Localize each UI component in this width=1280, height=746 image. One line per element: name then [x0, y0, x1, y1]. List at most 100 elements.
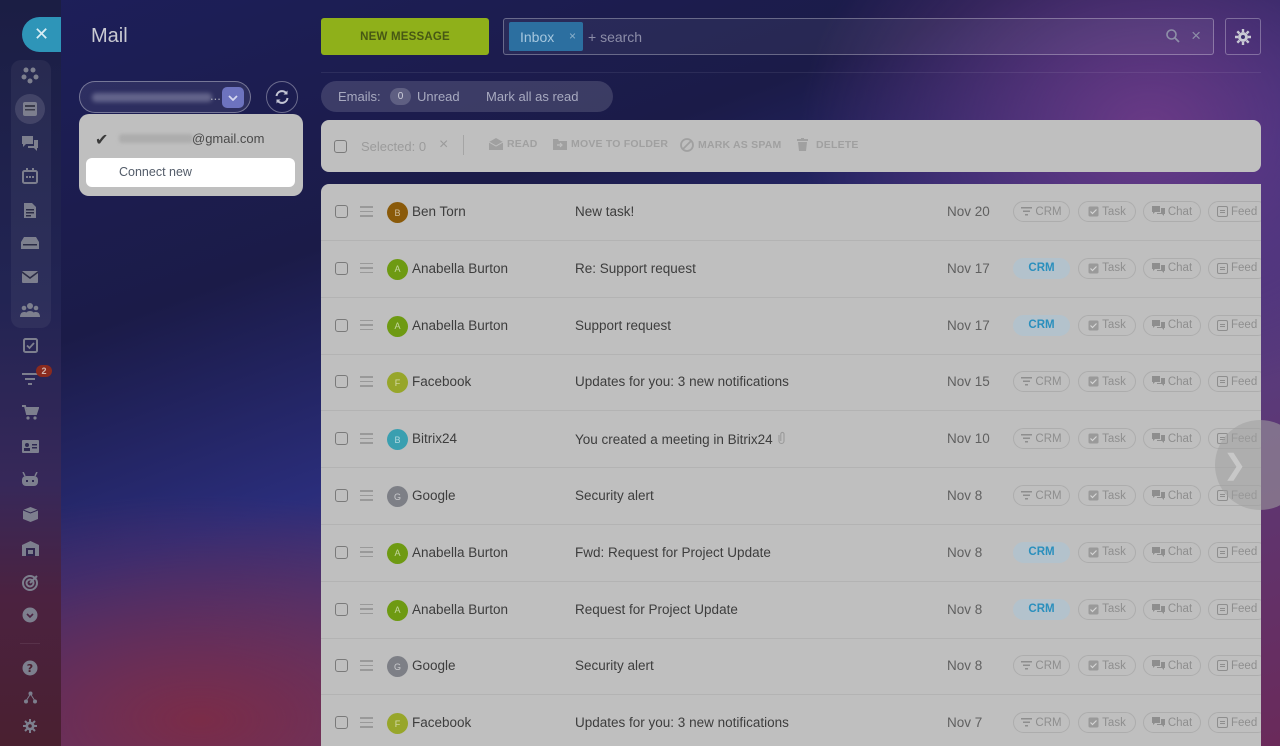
feed-post-button[interactable]: Feed: [1208, 371, 1261, 393]
message-row[interactable]: B Bitrix24 You created a meeting in Bitr…: [321, 411, 1261, 469]
message-checkbox[interactable]: [335, 432, 348, 446]
message-subject[interactable]: Updates for you: 3 new notifications: [575, 374, 789, 389]
message-row[interactable]: F Facebook Updates for you: 3 new notifi…: [321, 354, 1261, 412]
structure-icon[interactable]: [18, 685, 42, 709]
crm-button[interactable]: CRM: [1013, 371, 1070, 393]
feed-icon[interactable]: [15, 94, 45, 124]
drag-handle-icon[interactable]: [360, 376, 373, 390]
sender-name[interactable]: Facebook: [412, 715, 471, 730]
message-checkbox[interactable]: [335, 318, 348, 332]
message-row[interactable]: F Facebook Updates for you: 3 new notifi…: [321, 695, 1261, 746]
mailbox-account-select[interactable]: ...: [79, 81, 251, 113]
close-slider-button[interactable]: ✕: [22, 17, 61, 52]
new-message-button[interactable]: NEW MESSAGE: [321, 18, 489, 55]
sender-name[interactable]: Anabella Burton: [412, 602, 508, 617]
message-row[interactable]: G Google Security alert Nov 8 CRM Task C…: [321, 468, 1261, 525]
crm-button[interactable]: CRM: [1013, 712, 1070, 734]
sender-name[interactable]: Google: [412, 488, 456, 503]
message-row[interactable]: A Anabella Burton Support request Nov 17…: [321, 298, 1261, 355]
crm-button[interactable]: CRM: [1013, 257, 1070, 279]
drag-handle-icon[interactable]: [360, 433, 373, 447]
message-row[interactable]: A Anabella Burton Re: Support request No…: [321, 241, 1261, 298]
message-checkbox[interactable]: [335, 716, 348, 730]
mark-read-button[interactable]: READ: [489, 138, 538, 150]
inventory-box-icon[interactable]: [18, 502, 42, 526]
crm-button[interactable]: CRM: [1013, 598, 1070, 620]
message-subject[interactable]: Request for Project Update: [575, 602, 738, 617]
drag-handle-icon[interactable]: [360, 262, 373, 277]
feed-post-button[interactable]: Feed: [1208, 655, 1261, 677]
mark-all-read-link[interactable]: Mark all as read: [486, 89, 578, 104]
drag-handle-icon[interactable]: [360, 660, 373, 674]
tasks-icon[interactable]: [18, 333, 42, 357]
crm-button[interactable]: CRM: [1013, 314, 1070, 336]
drag-handle-icon[interactable]: [360, 206, 373, 220]
unread-filter-link[interactable]: Unread: [417, 89, 460, 104]
message-checkbox[interactable]: [335, 545, 348, 559]
search-input[interactable]: [588, 23, 1148, 51]
clear-search-icon[interactable]: ×: [1191, 26, 1201, 46]
drive-icon[interactable]: [18, 231, 42, 255]
sender-name[interactable]: Anabella Burton: [412, 318, 508, 333]
message-row[interactable]: A Anabella Burton Request for Project Up…: [321, 582, 1261, 639]
warehouse-icon[interactable]: [18, 536, 42, 560]
sender-name[interactable]: Google: [412, 658, 456, 673]
robot-icon[interactable]: [18, 467, 42, 491]
drag-handle-icon[interactable]: [360, 546, 373, 561]
create-task-button[interactable]: Task: [1078, 371, 1136, 393]
mark-as-spam-button[interactable]: MARK AS SPAM: [680, 138, 781, 152]
message-subject[interactable]: Security alert: [575, 488, 654, 503]
move-to-folder-button[interactable]: MOVE TO FOLDER: [553, 138, 668, 150]
create-task-button[interactable]: Task: [1078, 541, 1136, 563]
search-icon[interactable]: [1166, 29, 1180, 48]
crm-button[interactable]: CRM: [1013, 655, 1070, 677]
sender-name[interactable]: Facebook: [412, 374, 471, 389]
create-chat-button[interactable]: Chat: [1143, 485, 1201, 506]
create-task-button[interactable]: Task: [1078, 314, 1136, 336]
clear-selection-icon[interactable]: ×: [439, 136, 448, 154]
message-subject[interactable]: Updates for you: 3 new notifications: [575, 715, 789, 730]
create-chat-button[interactable]: Chat: [1143, 314, 1201, 336]
message-checkbox[interactable]: [335, 375, 348, 389]
sender-name[interactable]: Ben Torn: [412, 204, 466, 219]
message-subject[interactable]: Fwd: Request for Project Update: [575, 545, 771, 560]
crm-button[interactable]: CRM: [1013, 485, 1070, 506]
documents-icon[interactable]: [18, 198, 42, 222]
crm-button[interactable]: CRM: [1013, 428, 1070, 450]
message-subject[interactable]: Security alert: [575, 658, 654, 673]
drag-handle-icon[interactable]: [360, 603, 373, 618]
create-chat-button[interactable]: Chat: [1143, 541, 1201, 563]
drag-handle-icon[interactable]: [360, 490, 373, 504]
more-chevron-icon[interactable]: [18, 603, 42, 627]
feed-post-button[interactable]: Feed: [1208, 712, 1261, 734]
calendar-icon[interactable]: [18, 164, 42, 188]
mail-icon[interactable]: [18, 265, 42, 289]
settings-icon[interactable]: [18, 714, 42, 738]
filter-chip-inbox[interactable]: Inbox ×: [509, 22, 583, 51]
feed-post-button[interactable]: Feed: [1208, 314, 1261, 336]
create-chat-button[interactable]: Chat: [1143, 257, 1201, 279]
create-task-button[interactable]: Task: [1078, 598, 1136, 620]
chevron-down-icon[interactable]: [222, 87, 244, 108]
sender-name[interactable]: Anabella Burton: [412, 545, 508, 560]
message-row[interactable]: G Google Security alert Nov 8 CRM Task C…: [321, 638, 1261, 696]
drag-handle-icon[interactable]: [360, 717, 373, 731]
collaboration-icon[interactable]: [18, 63, 42, 87]
delete-button[interactable]: DELETE: [797, 138, 859, 151]
dropdown-item-current-account[interactable]: ✔ @gmail.com: [79, 122, 303, 154]
message-row[interactable]: B Ben Torn New task! Nov 20 CRM Task Cha…: [321, 184, 1261, 241]
sender-name[interactable]: Anabella Burton: [412, 261, 508, 276]
crm-button[interactable]: CRM: [1013, 541, 1070, 563]
feed-post-button[interactable]: Feed: [1208, 257, 1261, 279]
create-task-button[interactable]: Task: [1078, 201, 1136, 222]
message-subject[interactable]: Support request: [575, 318, 671, 333]
select-all-checkbox[interactable]: [334, 140, 347, 153]
create-task-button[interactable]: Task: [1078, 712, 1136, 734]
message-checkbox[interactable]: [335, 489, 348, 502]
create-chat-button[interactable]: Chat: [1143, 712, 1201, 734]
messenger-icon[interactable]: [18, 131, 42, 155]
message-subject[interactable]: New task!: [575, 204, 634, 219]
crm-button[interactable]: CRM: [1013, 201, 1070, 222]
message-checkbox[interactable]: [335, 602, 348, 616]
message-checkbox[interactable]: [335, 659, 348, 673]
